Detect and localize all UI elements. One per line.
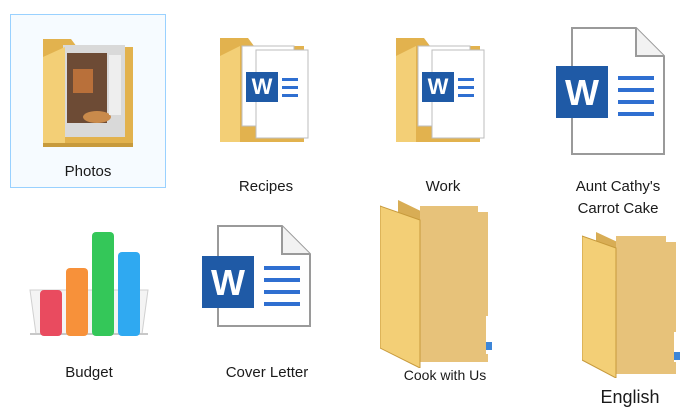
desktop-item-budget[interactable]: Budget [14,220,164,390]
folder-photos-icon [43,39,133,147]
numbers-spreadsheet-icon [29,232,149,336]
desktop-item-recipes[interactable]: W Recipes [196,14,336,195]
desktop-item-label: English [600,387,660,407]
desktop-item-label-line2: Carrot Cake [577,200,659,217]
desktop-item-english[interactable]: English [572,228,688,412]
folder-documents-icon: W [220,38,309,142]
word-document-icon: W [556,27,665,155]
desktop-item-label: Cook with Us [403,367,487,383]
svg-text:W: W [211,262,245,303]
svg-text:W: W [252,74,273,99]
desktop-item-label: Budget [65,364,113,381]
svg-text:W: W [428,74,449,99]
desktop-item-cook-with-us[interactable]: Cook with Us [370,192,520,388]
desktop-item-photos[interactable]: Photos [10,14,166,188]
desktop-item-aunt-cathys-carrot-cake[interactable]: W Aunt Cathy's Carrot Cake [548,14,688,217]
desktop-item-cover-letter[interactable]: W Cover Letter [192,220,342,390]
desktop-item-label: Recipes [238,178,294,195]
desktop-item-label: Aunt Cathy's [575,178,661,195]
svg-text:W: W [565,72,599,113]
word-document-icon: W [202,225,311,327]
folder-documents-icon: W [396,38,485,142]
folder-icon [582,232,680,378]
folder-icon [380,200,492,368]
desktop-item-label: Photos [64,163,112,180]
desktop-item-label: Cover Letter [225,364,309,381]
desktop-item-work[interactable]: W Work [370,14,516,195]
